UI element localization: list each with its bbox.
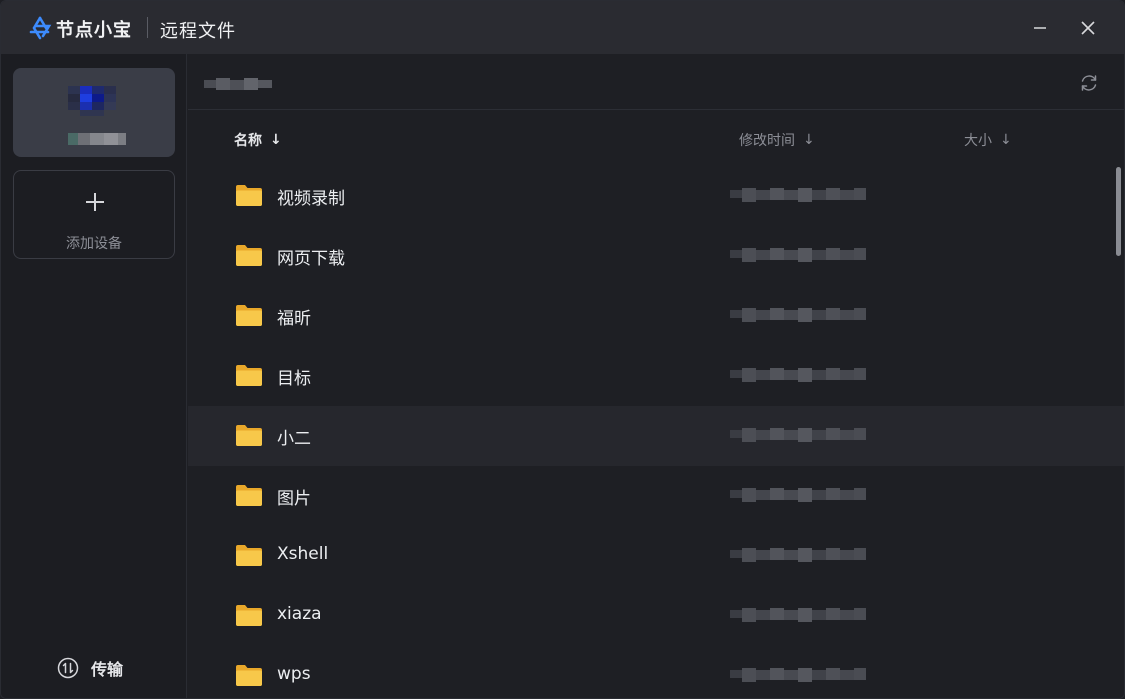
file-row[interactable]: xiaza xyxy=(188,586,1124,646)
file-row[interactable]: 目标 xyxy=(188,346,1124,406)
file-name: 目标 xyxy=(277,369,311,389)
folder-icon xyxy=(236,545,262,566)
modified-time-redacted xyxy=(730,248,866,262)
file-row[interactable]: 小二 xyxy=(188,406,1124,466)
file-row[interactable]: 福昕 xyxy=(188,286,1124,346)
modified-time-redacted xyxy=(730,608,866,622)
sort-arrow-icon: ↓ xyxy=(270,132,282,148)
column-name-label: 名称 xyxy=(234,133,262,149)
transfer-button[interactable]: 传输 xyxy=(57,656,123,680)
title-bar[interactable]: 节点小宝 远程文件 xyxy=(1,1,1124,54)
folder-icon xyxy=(236,365,262,386)
modified-time-redacted xyxy=(730,308,866,322)
path-bar xyxy=(188,54,1124,110)
file-row[interactable]: 图片 xyxy=(188,466,1124,526)
file-name: wps xyxy=(277,664,311,684)
modified-time-redacted xyxy=(730,548,866,562)
file-name: 福昕 xyxy=(277,309,311,329)
column-header-mtime[interactable]: 修改时间 ↓ xyxy=(739,130,815,150)
column-header-name[interactable]: 名称 ↓ xyxy=(234,130,282,150)
modified-time-redacted xyxy=(730,188,866,202)
file-row[interactable]: 网页下载 xyxy=(188,226,1124,286)
sort-arrow-icon: ↓ xyxy=(803,132,815,148)
sort-arrow-icon: ↓ xyxy=(1000,132,1012,148)
column-size-label: 大小 xyxy=(964,133,992,149)
device-icon-redacted xyxy=(68,86,126,116)
device-name-redacted xyxy=(68,133,126,145)
file-browser: 名称 ↓ 修改时间 ↓ 大小 ↓ 视频录制 网页下载 福昕 目标 小二 图片 X… xyxy=(188,54,1124,698)
app-name: 节点小宝 xyxy=(56,20,132,41)
add-device-button[interactable]: 添加设备 xyxy=(13,170,175,259)
app-logo-icon xyxy=(29,16,52,40)
modified-time-redacted xyxy=(730,668,866,682)
scrollbar-thumb[interactable] xyxy=(1116,167,1121,256)
plus-icon xyxy=(86,193,104,211)
modified-time-redacted xyxy=(730,488,866,502)
file-name: 视频录制 xyxy=(277,189,345,209)
transfer-label: 传输 xyxy=(91,660,124,679)
modified-time-redacted xyxy=(730,368,866,382)
file-name: 小二 xyxy=(277,429,311,449)
file-name: xiaza xyxy=(277,604,322,624)
folder-icon xyxy=(236,485,262,506)
file-row[interactable]: 视频录制 xyxy=(188,166,1124,226)
current-path-redacted xyxy=(204,78,272,90)
add-device-label: 添加设备 xyxy=(66,236,122,252)
device-card-selected[interactable] xyxy=(13,68,175,157)
close-button[interactable] xyxy=(1073,13,1103,43)
sidebar: 添加设备 传输 xyxy=(1,54,187,698)
modified-time-redacted xyxy=(730,428,866,442)
column-mtime-label: 修改时间 xyxy=(739,133,795,149)
minimize-icon xyxy=(1034,27,1046,29)
folder-icon xyxy=(236,245,262,266)
file-row[interactable]: wps xyxy=(188,646,1124,698)
folder-icon xyxy=(236,425,262,446)
transfer-icon xyxy=(57,657,79,679)
folder-icon xyxy=(236,305,262,326)
minimize-button[interactable] xyxy=(1025,13,1055,43)
file-name: 图片 xyxy=(277,489,311,509)
title-separator xyxy=(147,17,148,38)
window-title: 远程文件 xyxy=(160,21,236,42)
close-icon xyxy=(1081,21,1095,35)
folder-icon xyxy=(236,665,262,686)
file-row[interactable]: Xshell xyxy=(188,526,1124,586)
refresh-icon[interactable] xyxy=(1078,72,1100,94)
file-list: 视频录制 网页下载 福昕 目标 小二 图片 Xshell xiaza wps xyxy=(188,166,1124,698)
folder-icon xyxy=(236,605,262,626)
folder-icon xyxy=(236,185,262,206)
file-name: 网页下载 xyxy=(277,249,345,269)
column-header-size[interactable]: 大小 ↓ xyxy=(964,130,1012,150)
file-name: Xshell xyxy=(277,544,329,564)
remote-files-window: 节点小宝 远程文件 添加设备 传输 名称 ↓ 修改时间 ↓ 大小 ↓ 视频录制 … xyxy=(0,0,1125,699)
